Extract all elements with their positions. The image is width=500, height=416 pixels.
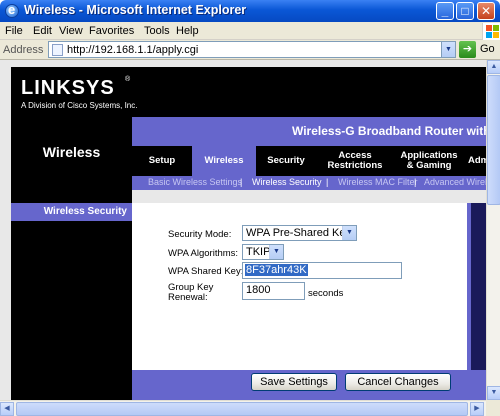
wpa-algorithms-select[interactable]: TKIP ▼ — [242, 244, 284, 260]
scroll-left-icon[interactable]: ◀ — [0, 402, 14, 416]
address-url: http://192.168.1.1/apply.cgi — [67, 44, 199, 56]
scroll-down-icon[interactable]: ▼ — [487, 386, 500, 400]
close-button[interactable]: ✕ — [477, 2, 495, 20]
vertical-scrollbar[interactable]: ▲ ▼ — [486, 60, 500, 400]
maximize-button[interactable]: □ — [456, 2, 474, 20]
wpa-shared-key-value: 8F37ahr43K — [245, 264, 308, 276]
address-input[interactable]: http://192.168.1.1/apply.cgi ▼ — [48, 41, 456, 58]
window-title: Wireless - Microsoft Internet Explorer — [24, 3, 247, 17]
tab-access-restrictions[interactable]: Access Restrictions — [316, 146, 394, 176]
seconds-unit: seconds — [308, 288, 344, 299]
product-bar: Wireless-G Broadband Router with SpeedBo… — [132, 117, 486, 146]
subnav-separator: | — [414, 177, 417, 187]
scroll-up-icon[interactable]: ▲ — [487, 60, 500, 74]
main-tabs: Setup Wireless Security Access Restricti… — [132, 146, 486, 176]
cancel-changes-button[interactable]: Cancel Changes — [345, 373, 451, 391]
subnav-basic-wireless-settings[interactable]: Basic Wireless Settings — [148, 177, 242, 187]
subnav-separator: | — [240, 177, 243, 187]
menu-help[interactable]: Help — [176, 25, 199, 37]
menu-edit[interactable]: Edit — [33, 25, 52, 37]
menu-file[interactable]: File — [5, 25, 23, 37]
security-mode-value: WPA Pre-Shared Key — [246, 227, 351, 239]
menu-favorites[interactable]: Favorites — [89, 25, 134, 37]
wpa-algorithms-label: WPA Algorithms: — [168, 248, 239, 259]
subnav-advanced-wireless-settings[interactable]: Advanced Wireless Settings — [424, 177, 486, 187]
ie-logo-icon — [5, 2, 19, 18]
scroll-right-icon[interactable]: ▶ — [470, 402, 484, 416]
horizontal-scrollbar[interactable]: ◀ ▶ — [0, 400, 486, 416]
address-label: Address — [3, 44, 44, 56]
menu-view[interactable]: View — [59, 25, 83, 37]
title-bar[interactable]: Wireless - Microsoft Internet Explorer _… — [0, 0, 500, 22]
subnav-separator: | — [326, 177, 329, 187]
footer-bar: Save Settings Cancel Changes — [132, 370, 486, 400]
subnav-wireless-security[interactable]: Wireless Security — [252, 177, 322, 187]
section-label: Wireless Security — [43, 206, 127, 217]
browser-viewport: LINKSYS ® A Division of Cisco Systems, I… — [0, 60, 486, 400]
logo-subtitle: A Division of Cisco Systems, Inc. — [21, 101, 138, 110]
registered-mark: ® — [125, 76, 131, 83]
group-key-renewal-label: Renewal: — [168, 292, 208, 303]
size-grip — [486, 400, 500, 416]
section-band: Wireless Security — [11, 203, 132, 221]
chevron-down-icon: ▼ — [342, 226, 356, 240]
go-arrow-icon: ➔ — [459, 41, 476, 58]
security-mode-label: Security Mode: — [168, 229, 232, 240]
tab-wireless[interactable]: Wireless — [192, 146, 256, 176]
security-mode-select[interactable]: WPA Pre-Shared Key ▼ — [242, 225, 357, 241]
page-header: LINKSYS ® A Division of Cisco Systems, I… — [11, 67, 486, 117]
tab-security[interactable]: Security — [256, 146, 316, 176]
chevron-down-icon[interactable]: ▼ — [441, 42, 455, 57]
group-key-renewal-input[interactable]: 1800 — [242, 282, 305, 300]
page-icon — [52, 44, 63, 56]
page-title: Wireless — [42, 144, 101, 160]
linksys-page: LINKSYS ® A Division of Cisco Systems, I… — [0, 60, 486, 400]
minimize-button[interactable]: _ — [436, 2, 454, 20]
wpa-algorithms-value: TKIP — [246, 246, 271, 258]
go-button[interactable]: ➔ Go — [459, 41, 499, 58]
sub-navigation: Basic Wireless Settings | Wireless Secur… — [132, 176, 486, 190]
product-name: Wireless-G Broadband Router with SpeedBo… — [292, 124, 486, 138]
footer-left — [11, 370, 132, 400]
linksys-logo: LINKSYS — [21, 77, 115, 99]
menu-bar: File Edit View Favorites Tools Help — [0, 22, 500, 40]
wpa-shared-key-label: WPA Shared Key: — [168, 266, 244, 277]
tab-applications-gaming[interactable]: Applications & Gaming — [394, 146, 464, 176]
chevron-down-icon: ▼ — [269, 245, 283, 259]
tab-administration[interactable]: Administration — [468, 146, 486, 176]
tab-setup[interactable]: Setup — [132, 146, 192, 176]
save-settings-button[interactable]: Save Settings — [251, 373, 337, 391]
menu-tools[interactable]: Tools — [144, 25, 170, 37]
group-key-renewal-value: 1800 — [246, 284, 271, 296]
windows-flag-icon — [482, 23, 500, 40]
vertical-scroll-thumb[interactable] — [487, 75, 500, 205]
wpa-shared-key-input[interactable]: 8F37ahr43K — [242, 262, 402, 279]
horizontal-scroll-thumb[interactable] — [16, 402, 468, 416]
form-area: Security Mode: WPA Pre-Shared Key ▼ WPA … — [132, 203, 467, 370]
left-column: Wireless — [11, 117, 132, 395]
address-bar: Address http://192.168.1.1/apply.cgi ▼ ➔… — [0, 40, 500, 60]
subnav-wireless-mac-filter[interactable]: Wireless MAC Filter — [338, 177, 418, 187]
right-strip-shadow — [471, 203, 486, 370]
go-label: Go — [480, 43, 495, 55]
